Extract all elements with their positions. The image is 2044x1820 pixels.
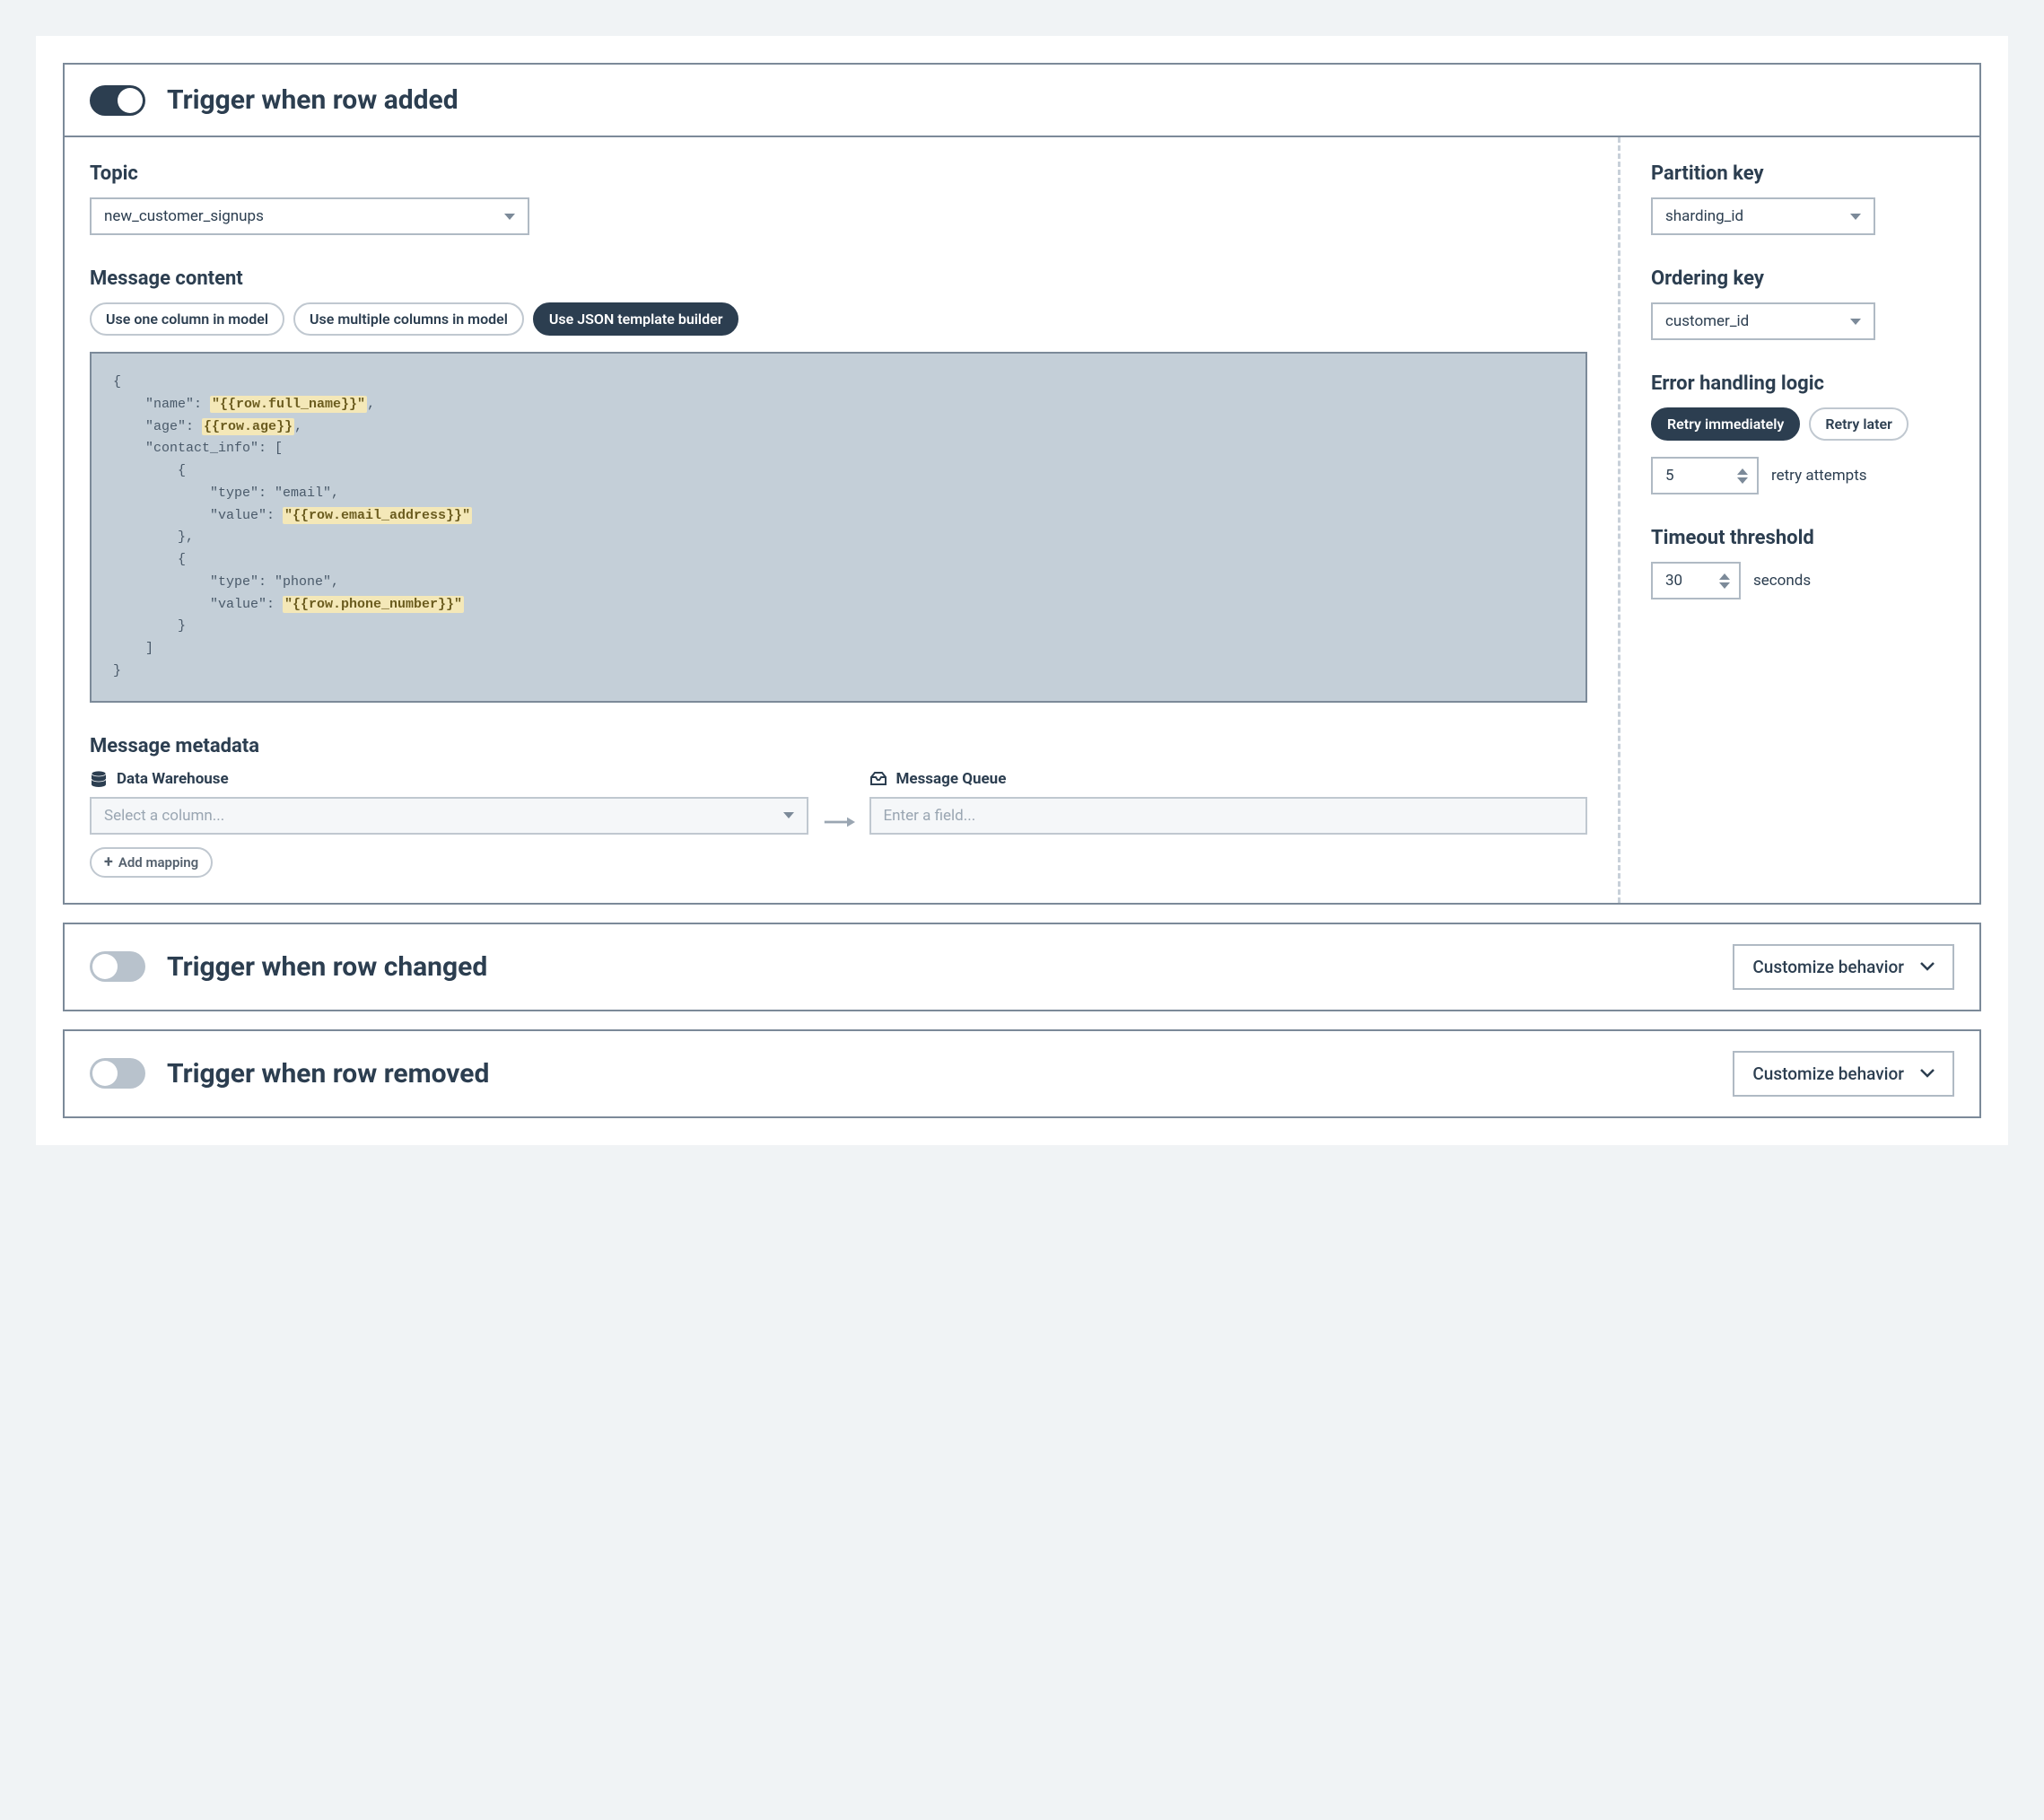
trigger-header: Trigger when row added <box>65 65 1979 136</box>
metadata-label: Message metadata <box>90 735 1587 757</box>
customize-behavior-button[interactable]: Customize behavior <box>1733 944 1954 990</box>
toggle-row-removed[interactable] <box>90 1058 145 1089</box>
chevron-down-icon <box>783 812 794 818</box>
toggle-row-added[interactable] <box>90 85 145 116</box>
metadata-column-placeholder: Select a column... <box>104 807 224 825</box>
stepper-icon <box>1719 573 1730 589</box>
metadata-dw-label: Data Warehouse <box>117 770 229 788</box>
chevron-down-icon <box>504 214 515 220</box>
timeout-value: 30 <box>1665 572 1682 590</box>
timeout-label: Timeout threshold <box>1651 527 1954 549</box>
chevron-down-icon <box>1920 1069 1935 1078</box>
trigger-panel-row-removed: Trigger when row removed Customize behav… <box>63 1029 1981 1118</box>
metadata-mq-label: Message Queue <box>896 770 1007 788</box>
inbox-icon <box>869 770 887 788</box>
database-icon <box>90 770 108 788</box>
message-content-label: Message content <box>90 267 1587 290</box>
ordering-key-select[interactable]: customer_id <box>1651 302 1875 340</box>
topic-select[interactable]: new_customer_signups <box>90 197 529 235</box>
chevron-down-icon <box>1850 319 1861 325</box>
chevron-down-icon <box>1920 962 1935 971</box>
trigger-panel-row-added: Trigger when row added Topic new_custome… <box>63 63 1981 905</box>
customize-label: Customize behavior <box>1752 957 1904 977</box>
trigger-panel-row-changed: Trigger when row changed Customize behav… <box>63 923 1981 1011</box>
stepper-icon <box>1737 468 1748 484</box>
arrow-right-icon <box>823 813 855 835</box>
content-mode-pill[interactable]: Use one column in model <box>90 302 284 336</box>
error-mode-pill[interactable]: Retry immediately <box>1651 407 1800 441</box>
topic-value: new_customer_signups <box>104 207 264 225</box>
content-mode-pill[interactable]: Use multiple columns in model <box>293 302 524 336</box>
trigger-title: Trigger when row added <box>167 84 1954 116</box>
error-handling-label: Error handling logic <box>1651 372 1954 395</box>
partition-key-select[interactable]: sharding_id <box>1651 197 1875 235</box>
error-mode-pill[interactable]: Retry later <box>1809 407 1908 441</box>
topic-label: Topic <box>90 162 1587 185</box>
trigger-title: Trigger when row removed <box>167 1058 1711 1089</box>
partition-key-value: sharding_id <box>1665 207 1743 225</box>
toggle-knob <box>92 1061 118 1086</box>
partition-key-label: Partition key <box>1651 162 1954 185</box>
timeout-suffix: seconds <box>1753 572 1811 590</box>
add-mapping-button[interactable]: + Add mapping <box>90 847 213 878</box>
timeout-input[interactable]: 30 <box>1651 562 1741 599</box>
ordering-key-label: Ordering key <box>1651 267 1954 290</box>
plus-icon: + <box>104 854 113 871</box>
toggle-knob <box>92 954 118 979</box>
toggle-row-changed[interactable] <box>90 951 145 982</box>
customize-label: Customize behavior <box>1752 1063 1904 1084</box>
ordering-key-value: customer_id <box>1665 312 1749 330</box>
customize-behavior-button[interactable]: Customize behavior <box>1733 1051 1954 1097</box>
metadata-field-placeholder: Enter a field... <box>884 807 976 825</box>
trigger-title: Trigger when row changed <box>167 951 1711 983</box>
metadata-column-select[interactable]: Select a column... <box>90 797 808 835</box>
retry-attempts-suffix: retry attempts <box>1771 467 1867 485</box>
chevron-down-icon <box>1850 214 1861 220</box>
content-mode-pill[interactable]: Use JSON template builder <box>533 302 739 336</box>
add-mapping-label: Add mapping <box>118 854 198 871</box>
json-template-editor[interactable]: { "name": "{{row.full_name}}", "age": {{… <box>90 352 1587 703</box>
retry-attempts-value: 5 <box>1665 467 1674 485</box>
metadata-field-input[interactable]: Enter a field... <box>869 797 1588 835</box>
toggle-knob <box>118 88 143 113</box>
retry-attempts-input[interactable]: 5 <box>1651 457 1759 494</box>
